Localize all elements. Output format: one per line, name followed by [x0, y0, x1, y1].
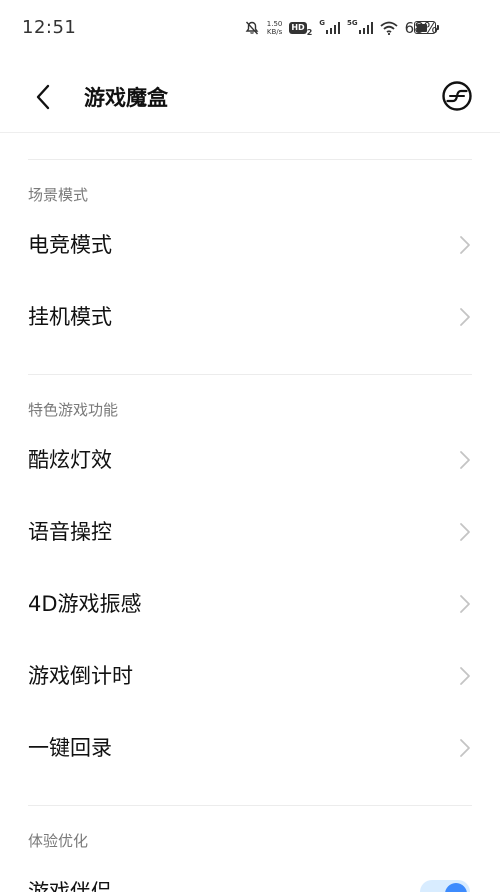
chevron-right-icon [460, 739, 470, 757]
battery-nub [437, 25, 439, 30]
battery-fill [416, 23, 428, 32]
chevron-right-icon [460, 236, 470, 254]
network-speed: 1.50 KB/s [267, 20, 283, 36]
signal-icon-2: 5G [347, 19, 373, 34]
chevron-right-icon [460, 308, 470, 326]
list-item-label: 游戏伴侣 [28, 880, 112, 892]
list-item-4d-vibration[interactable]: 4D游戏振感 [0, 574, 500, 634]
list-item-esports-mode[interactable]: 电竞模式 [0, 215, 500, 275]
signal-icon-1: G [319, 19, 341, 34]
toggle-knob [445, 883, 467, 892]
section-title-scene-mode: 场景模式 [28, 186, 89, 204]
list-item-game-countdown[interactable]: 游戏倒计时 [0, 646, 500, 706]
status-icons: 1.50 KB/s HD 2 G 5G [244, 18, 438, 38]
screen: 12:51 1.50 KB/s HD 2 G 5G 游戏魔盒 场景模式 电竞模式… [0, 0, 500, 892]
game-companion-toggle[interactable] [420, 880, 470, 892]
network-speed-value: 1.50 [266, 20, 283, 28]
hd-icon: HD 2 [289, 22, 313, 37]
list-item-label: 游戏倒计时 [28, 664, 133, 688]
list-item-label: 酷炫灯效 [28, 448, 112, 472]
list-item-label: 挂机模式 [28, 305, 112, 329]
game-mode-icon [442, 81, 472, 111]
chevron-right-icon [460, 523, 470, 541]
status-bar: 12:51 1.50 KB/s HD 2 G 5G [0, 0, 500, 56]
list-item-label: 电竞模式 [28, 233, 112, 257]
signal1-label: G [319, 19, 326, 27]
mute-icon [244, 20, 260, 36]
list-item-lighting-effects[interactable]: 酷炫灯效 [0, 430, 500, 490]
wifi-icon [380, 21, 398, 35]
game-mode-button[interactable] [441, 80, 473, 112]
section-divider [28, 805, 472, 806]
list-item-idle-mode[interactable]: 挂机模式 [0, 287, 500, 347]
list-item-label: 一键回录 [28, 736, 112, 760]
network-speed-unit: KB/s [266, 28, 283, 36]
section-title-experience-optimization: 体验优化 [28, 832, 89, 850]
section-title-featured-functions: 特色游戏功能 [28, 401, 119, 419]
header: 游戏魔盒 [0, 56, 500, 134]
list-item-label: 4D游戏振感 [28, 592, 142, 616]
section-divider [28, 374, 472, 375]
back-button[interactable] [26, 80, 60, 114]
hd-label: HD [289, 22, 307, 34]
section-divider [28, 159, 472, 160]
chevron-right-icon [460, 451, 470, 469]
page-title: 游戏魔盒 [84, 86, 168, 110]
battery-icon [414, 21, 439, 34]
chevron-left-icon [36, 84, 50, 110]
status-time: 12:51 [22, 17, 77, 38]
list-item-label: 语音操控 [28, 520, 112, 544]
list-item-instant-replay[interactable]: 一键回录 [0, 718, 500, 778]
signal2-label: 5G [347, 19, 358, 27]
list-item-voice-control[interactable]: 语音操控 [0, 502, 500, 562]
header-divider [0, 132, 500, 133]
chevron-right-icon [460, 667, 470, 685]
chevron-right-icon [460, 595, 470, 613]
